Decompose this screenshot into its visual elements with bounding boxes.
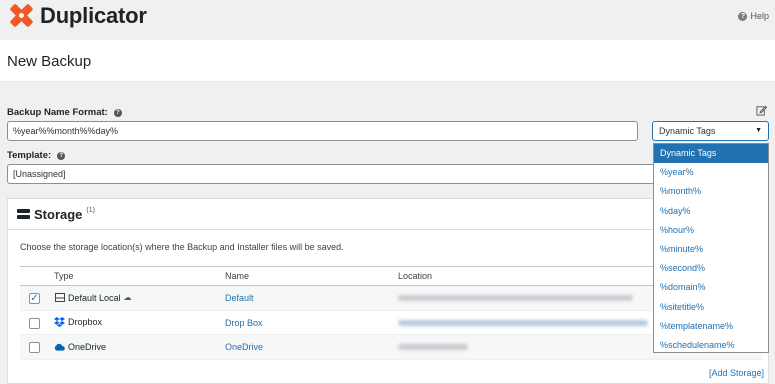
table-row: OneDrive OneDrive: [20, 335, 762, 360]
duplicator-logo[interactable]: Duplicator: [8, 2, 147, 29]
storage-count: (1): [86, 206, 95, 214]
storage-type: Dropbox: [54, 317, 102, 328]
help-icon: ?: [738, 11, 748, 21]
storage-name-link[interactable]: Drop Box: [225, 318, 263, 328]
dropdown-item[interactable]: %schedulename%: [654, 336, 768, 355]
table-row: ✓ Default Local ☁ Default: [20, 286, 762, 311]
column-name: Name: [225, 271, 250, 281]
info-icon[interactable]: ?: [113, 108, 122, 117]
table-row: Dropbox Drop Box: [20, 311, 762, 335]
help-link[interactable]: ? Help: [738, 11, 769, 21]
name-format-label-text: Backup Name Format:: [7, 107, 108, 118]
dropdown-item[interactable]: %second%: [654, 259, 768, 278]
storage-location-blurred: [398, 319, 648, 326]
onedrive-icon: [54, 341, 65, 352]
template-label: Template: ?: [7, 150, 66, 161]
name-format-input[interactable]: %year%%month%%day%: [7, 121, 638, 141]
dynamic-tags-select[interactable]: Dynamic Tags ▼: [652, 121, 769, 141]
brand-name: Duplicator: [40, 2, 147, 28]
storage-location-blurred: [398, 295, 633, 301]
template-label-text: Template:: [7, 150, 52, 161]
server-cloud-icon: ☁: [123, 293, 132, 302]
dynamic-tags-dropdown: Dynamic Tags %year% %month% %day% %hour%…: [653, 143, 769, 353]
dropbox-icon: [54, 317, 65, 328]
storage-type: OneDrive: [54, 341, 106, 352]
storage-type-label: Default Local: [68, 292, 121, 303]
storage-type-label: OneDrive: [68, 341, 107, 352]
name-format-label: Backup Name Format: ?: [7, 107, 122, 118]
storage-checkbox[interactable]: [29, 342, 40, 353]
storage-checkbox[interactable]: [29, 317, 40, 329]
storage-type: Default Local ☁: [54, 292, 132, 303]
dropdown-item[interactable]: %year%: [654, 163, 768, 182]
dropdown-item[interactable]: Dynamic Tags: [654, 144, 768, 164]
dynamic-tags-selected: Dynamic Tags: [659, 126, 716, 136]
dropdown-item[interactable]: %templatename%: [654, 317, 768, 336]
dropdown-item[interactable]: %minute%: [654, 240, 768, 259]
dropdown-item[interactable]: %month%: [654, 182, 768, 201]
storage-name-link[interactable]: Default: [225, 293, 254, 303]
help-label: Help: [750, 11, 769, 21]
storage-icon: [17, 209, 30, 219]
add-storage-link[interactable]: [Add Storage]: [709, 368, 764, 378]
storage-checkbox[interactable]: ✓: [29, 293, 40, 304]
info-icon[interactable]: ?: [57, 151, 66, 160]
dropdown-item[interactable]: %day%: [654, 202, 768, 221]
storage-name-link[interactable]: OneDrive: [225, 342, 263, 352]
page-header: New Backup: [0, 40, 775, 82]
edit-icon[interactable]: [756, 105, 767, 116]
page-title: New Backup: [7, 53, 92, 70]
storage-description: Choose the storage location(s) where the…: [20, 242, 344, 252]
chevron-down-icon: ▼: [755, 127, 762, 134]
table-header: Type Name Location: [20, 267, 762, 286]
storage-type-label: Dropbox: [68, 317, 103, 327]
dropdown-item[interactable]: %sitetitle%: [654, 298, 768, 317]
column-type: Type: [54, 271, 74, 281]
storage-location-blurred: [398, 344, 468, 350]
storage-table: Type Name Location ✓ Default Local ☁ Def…: [20, 266, 762, 360]
column-location: Location: [398, 271, 433, 281]
dropdown-item[interactable]: %domain%: [654, 278, 768, 297]
duplicator-logo-icon: [10, 4, 33, 27]
dropdown-item[interactable]: %hour%: [654, 221, 768, 240]
server-icon: [54, 292, 65, 303]
top-bar: Duplicator ? Help: [0, 0, 775, 37]
storage-title: Storage: [34, 206, 83, 222]
